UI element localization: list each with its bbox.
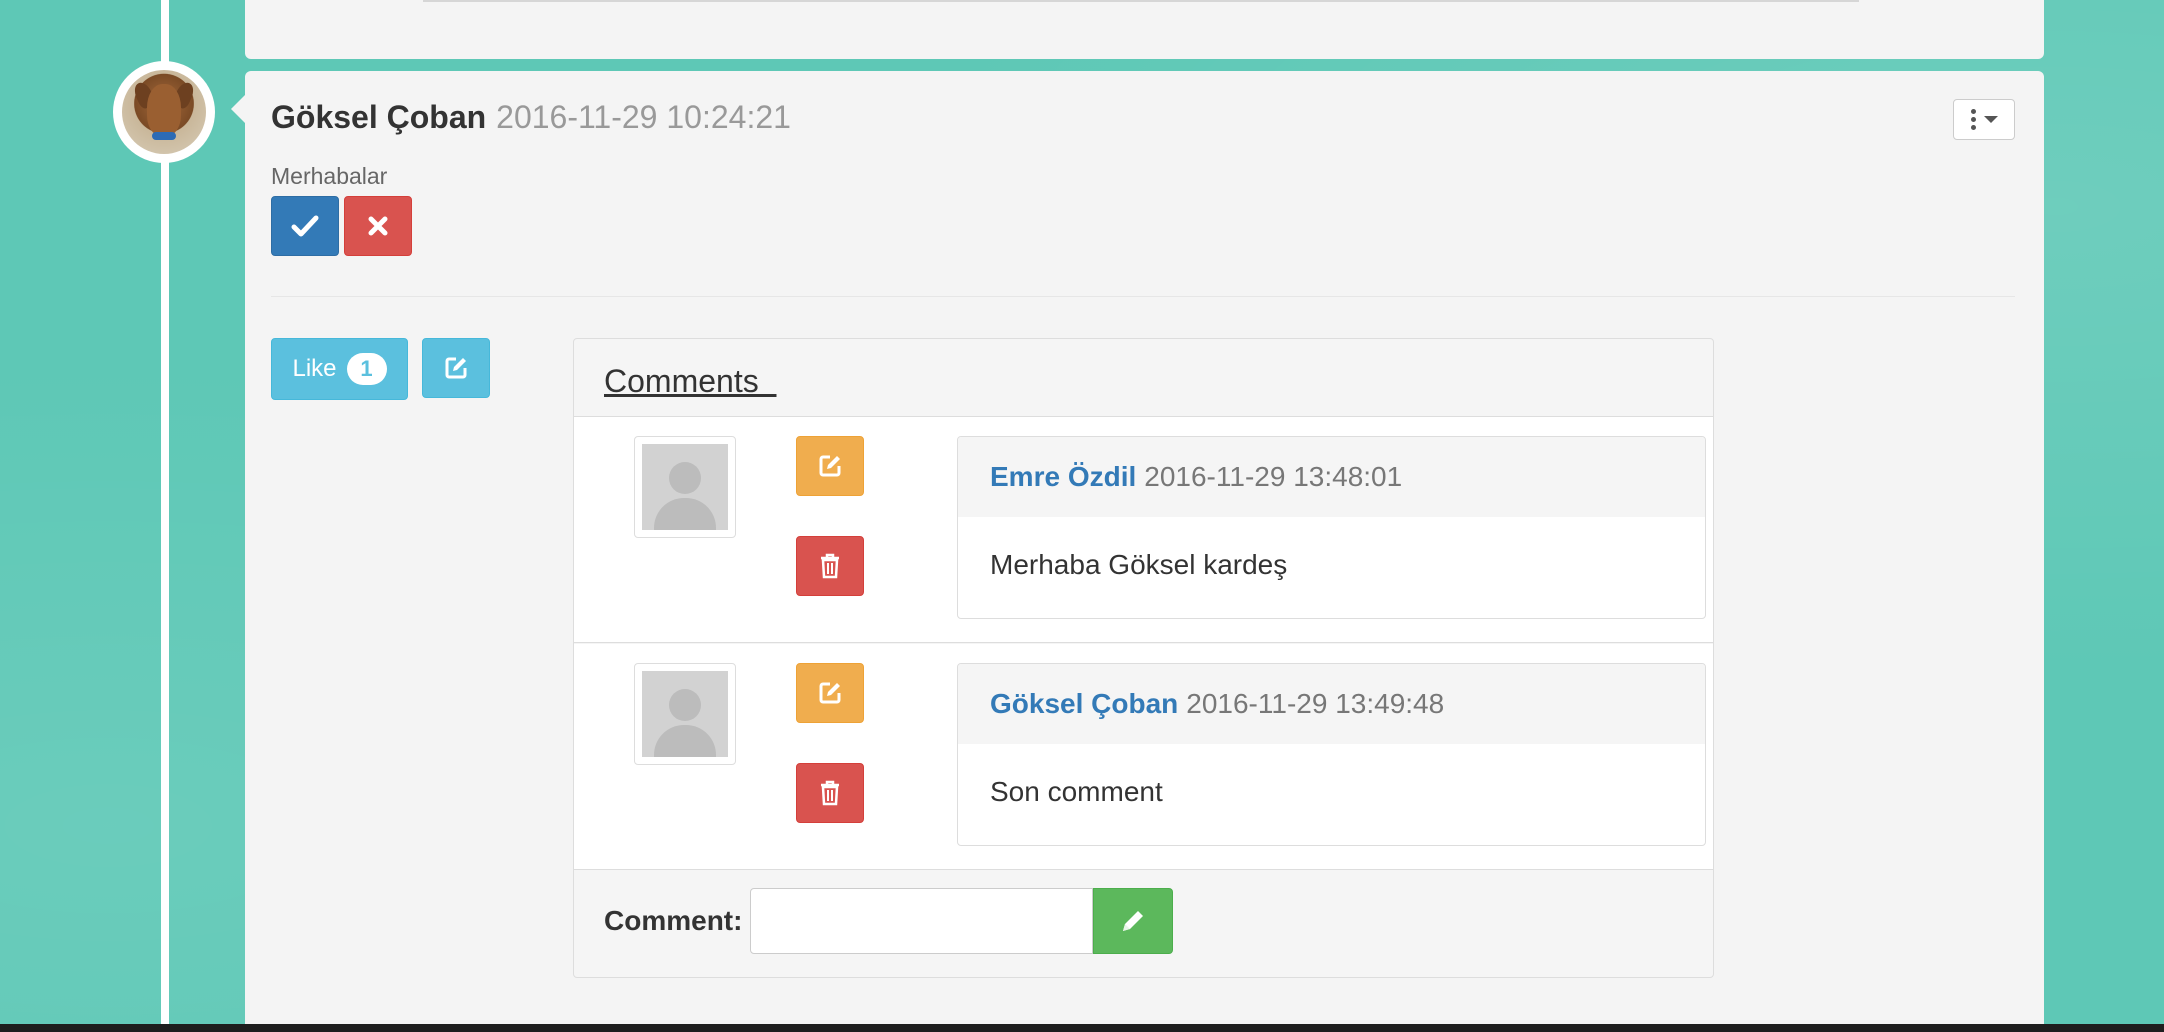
comment-input[interactable]	[750, 888, 1094, 954]
check-icon	[291, 215, 319, 237]
avatar-dog-collar	[152, 132, 176, 140]
approve-button[interactable]	[271, 196, 339, 256]
edit-comment-button[interactable]	[796, 663, 864, 723]
comments-panel-title: Comments	[604, 363, 777, 399]
comment-text: Son comment	[990, 776, 1163, 807]
post-author-name: Göksel Çoban	[271, 99, 487, 135]
comment-header: Göksel Çoban 2016-11-29 13:49:48	[958, 664, 1705, 744]
trash-icon	[821, 780, 839, 806]
post-body: Merhabalar	[271, 163, 388, 189]
delete-comment-button[interactable]	[796, 536, 864, 596]
pencil-icon	[1123, 911, 1144, 931]
comment-header: Emre Özdil 2016-11-29 13:48:01	[958, 437, 1705, 517]
avatar-image	[122, 70, 206, 154]
reject-button[interactable]	[344, 196, 412, 256]
commenter-avatar	[634, 436, 736, 538]
post-divider	[271, 296, 2015, 297]
comment-text: Merhaba Göksel kardeş	[990, 549, 1288, 580]
post-author-avatar[interactable]	[113, 61, 215, 163]
previous-post-divider	[423, 0, 1859, 2]
avatar-dog-face	[147, 84, 181, 136]
comment-row: Göksel Çoban 2016-11-29 13:49:48 Son com…	[574, 644, 1713, 870]
user-placeholder-icon	[642, 671, 728, 757]
comment-author[interactable]: Emre Özdil	[990, 461, 1136, 493]
comment-timestamp: 2016-11-29 13:49:48	[1186, 688, 1445, 719]
previous-post-card	[245, 0, 2044, 59]
edit-comment-button[interactable]	[796, 436, 864, 496]
delete-comment-button[interactable]	[796, 763, 864, 823]
edit-icon	[819, 455, 841, 477]
times-icon	[368, 216, 388, 236]
comment-timestamp: 2016-11-29 13:48:01	[1144, 461, 1403, 492]
comment-author[interactable]: Göksel Çoban	[990, 688, 1178, 720]
user-placeholder-icon	[642, 444, 728, 530]
edit-post-button[interactable]	[422, 338, 490, 398]
commenter-avatar	[634, 663, 736, 765]
like-button[interactable]: Like 1	[271, 338, 408, 400]
ellipsis-vertical-icon	[1970, 109, 1976, 130]
post-header: Göksel Çoban 2016-11-29 10:24:21	[271, 99, 791, 136]
post-timestamp: 2016-11-29 10:24:21	[496, 99, 791, 135]
post-card-pointer	[231, 95, 245, 123]
comment-box: Emre Özdil 2016-11-29 13:48:01 Merhaba G…	[957, 436, 1706, 619]
bottom-bar	[0, 1024, 2164, 1032]
comment-form: Comment:	[604, 888, 1174, 954]
comment-box: Göksel Çoban 2016-11-29 13:49:48 Son com…	[957, 663, 1706, 846]
trash-icon	[821, 553, 839, 579]
comments-panel: Comments Emre Özdil 2016-11-29 13:48:01 …	[573, 338, 1714, 978]
like-label: Like	[292, 355, 337, 382]
caret-down-icon	[1983, 116, 1998, 123]
edit-icon	[819, 682, 841, 704]
edit-icon	[445, 357, 467, 379]
post-menu-button[interactable]	[1953, 99, 2015, 140]
like-count-badge: 1	[346, 353, 387, 385]
submit-comment-button[interactable]	[1093, 888, 1174, 954]
comment-label: Comment:	[604, 905, 743, 936]
comment-row: Emre Özdil 2016-11-29 13:48:01 Merhaba G…	[574, 417, 1713, 643]
